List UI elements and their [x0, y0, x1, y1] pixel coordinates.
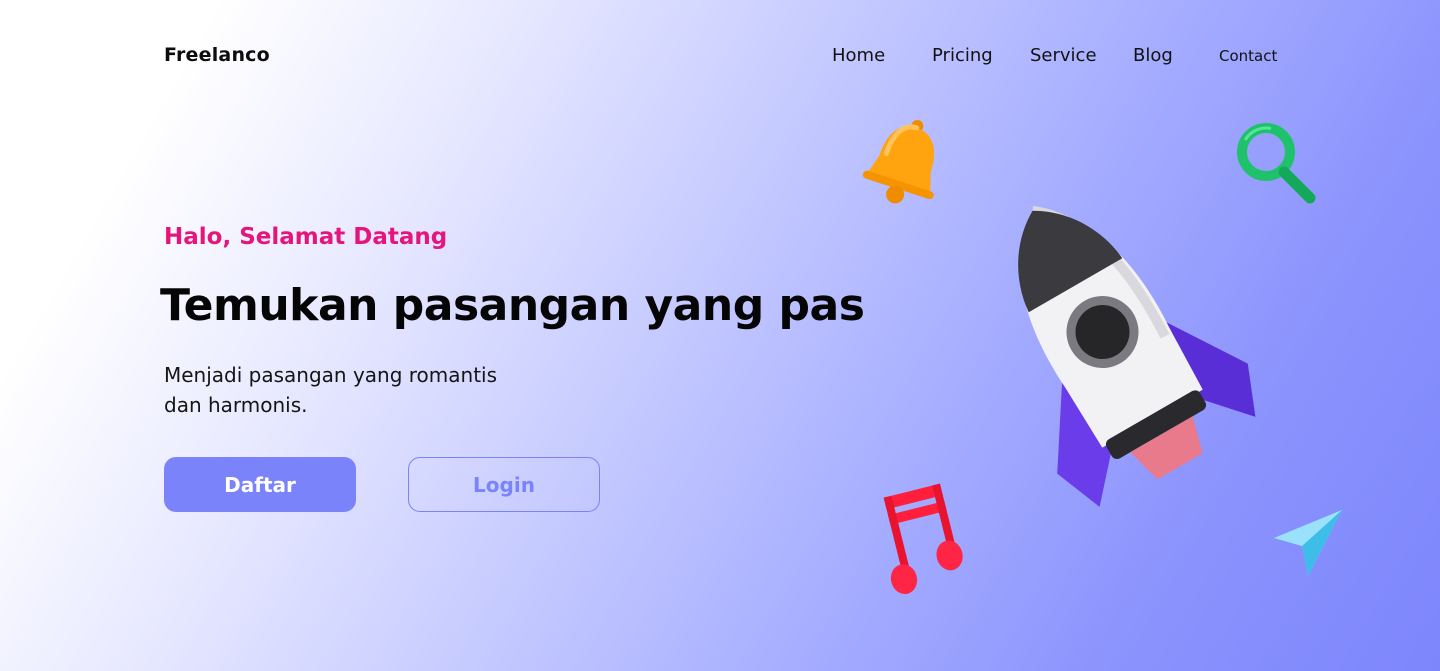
nav-service-link[interactable]: Service [1030, 44, 1097, 68]
paper-plane-icon [1274, 510, 1342, 576]
nav-pricing-link[interactable]: Pricing [932, 44, 993, 68]
landing-page: Freelanco Home Pricing Service Blog Cont… [0, 0, 1440, 671]
magnifier-icon [1237, 123, 1316, 204]
login-button[interactable]: Login [408, 457, 600, 512]
hero-subtitle-line-2: dan harmonis. [164, 393, 308, 417]
bell-icon [862, 119, 935, 204]
nav-home-link[interactable]: Home [832, 44, 885, 68]
hero-illustration [0, 0, 1440, 671]
hero-greeting: Halo, Selamat Datang [164, 224, 448, 250]
hero-subtitle-line-1: Menjadi pasangan yang romantis [164, 363, 498, 387]
rocket-icon [1018, 205, 1256, 507]
daftar-button[interactable]: Daftar [164, 457, 356, 512]
hero-subtitle: Menjadi pasangan yang romantis dan harmo… [164, 360, 544, 420]
nav-contact-link[interactable]: Contact [1219, 44, 1277, 68]
hero-headline: Temukan pasangan yang pas [160, 280, 865, 331]
main-nav: Home Pricing Service Blog Contact [0, 44, 1440, 70]
music-note-icon [883, 483, 963, 595]
nav-blog-link[interactable]: Blog [1133, 44, 1173, 68]
